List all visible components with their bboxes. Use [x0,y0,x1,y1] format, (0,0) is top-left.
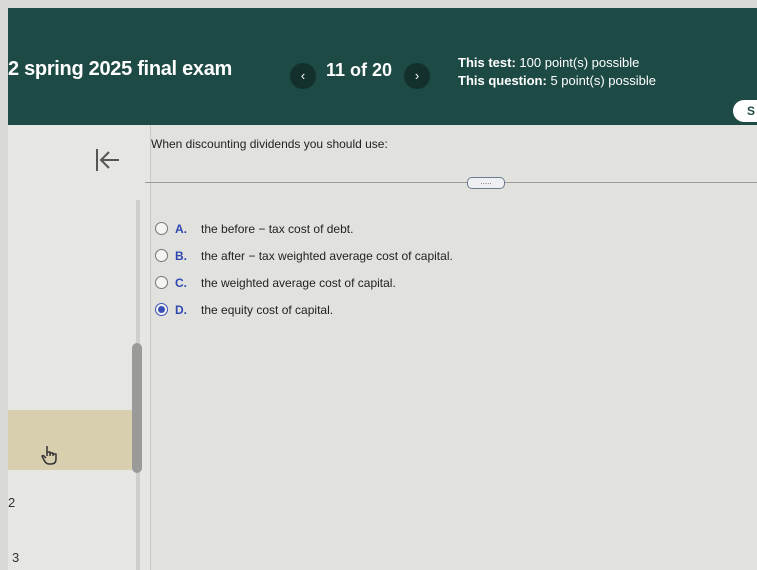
sidebar-item-number[interactable]: 2 [8,495,15,510]
sidebar-item-highlighted[interactable] [8,410,132,470]
option-letter: C. [175,276,187,290]
option-text: the before − tax cost of debt. [201,222,354,236]
edge-button[interactable]: S [733,100,757,122]
option-text: the after − tax weighted average cost of… [201,249,453,263]
radio-button[interactable] [155,249,168,262]
radio-button[interactable] [155,276,168,289]
question-text: When discounting dividends you should us… [151,137,388,151]
collapse-left-arrow-icon[interactable] [92,145,122,175]
next-question-button[interactable]: › [404,63,430,89]
option-text: the equity cost of capital. [201,303,334,317]
question-points-value: 5 point(s) possible [550,73,656,88]
option-letter: B. [175,249,187,263]
exam-title: 2 spring 2025 final exam [8,58,233,80]
option-letter: D. [175,303,187,317]
option-text: the weighted average cost of capital. [201,276,396,290]
previous-question-button[interactable]: ‹ [290,63,316,89]
option-letter: A. [175,222,187,236]
test-points-label: This test: [458,55,516,70]
test-points-value: 100 point(s) possible [519,55,640,70]
sidebar-item-number[interactable]: 3 [12,550,19,565]
sidebar-scroll-thumb[interactable] [132,343,142,473]
question-points-label: This question: [458,73,547,88]
exam-header: 2 spring 2025 final exam ‹ 11 of 20 › Th… [8,8,757,125]
radio-button-selected[interactable] [155,303,168,316]
question-counter: 11 of 20 [326,60,393,80]
divider [145,182,757,183]
hand-pointer-icon [38,443,62,467]
radio-button[interactable] [155,222,168,235]
question-panel: When discounting dividends you should us… [145,125,757,570]
question-sidebar: 2 3 [8,125,151,570]
points-info: This test: 100 point(s) possible This qu… [458,54,656,90]
more-options-button[interactable]: ..... [467,177,505,189]
